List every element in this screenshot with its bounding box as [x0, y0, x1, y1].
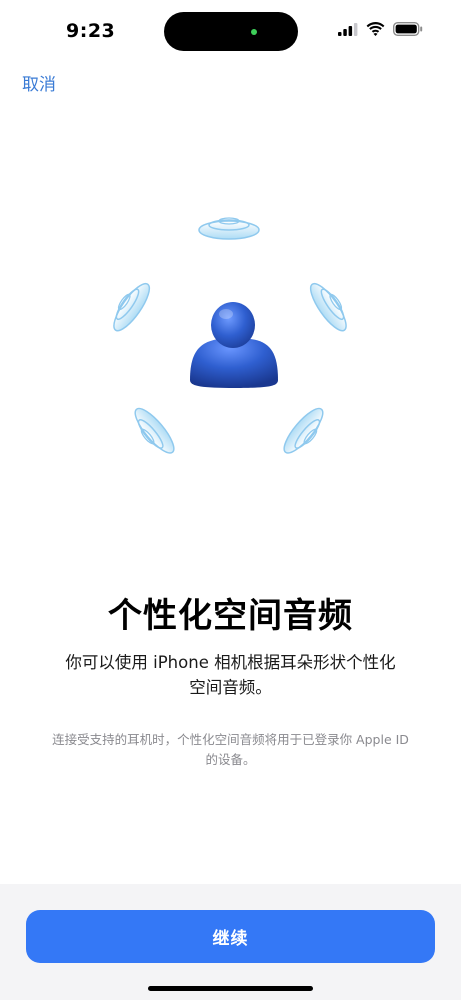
status-icons	[338, 22, 423, 36]
description-text: 你可以使用 iPhone 相机根据耳朵形状个性化 空间音频。	[40, 650, 421, 700]
spatial-audio-head-icon	[113, 217, 347, 454]
description-line-2: 空间音频。	[189, 678, 272, 697]
status-time: 9:23	[66, 20, 116, 42]
dynamic-island	[164, 12, 298, 51]
bottom-panel: 继续	[0, 884, 461, 1000]
footnote-line-1: 连接受支持的耳机时，个性化空间音频将用于已登录你 Apple ID	[52, 732, 409, 747]
sound-wave-lower-left	[134, 407, 175, 454]
cancel-button[interactable]: 取消	[22, 70, 56, 95]
person-figure	[190, 302, 278, 388]
wifi-icon	[366, 22, 385, 36]
sound-wave-lower-right	[283, 407, 324, 454]
continue-button[interactable]: 继续	[26, 910, 435, 963]
status-bar: 9:23	[0, 0, 461, 64]
home-indicator[interactable]	[148, 986, 313, 991]
cellular-signal-icon	[338, 22, 358, 36]
footnote-line-2: 的设备。	[205, 752, 256, 767]
description-line-1: 你可以使用 iPhone 相机根据耳朵形状个性化	[65, 653, 396, 672]
sound-wave-top	[198, 217, 260, 240]
privacy-indicator-icon	[251, 29, 257, 35]
sound-wave-upper-left	[113, 282, 151, 332]
battery-icon	[393, 22, 423, 36]
sound-wave-upper-right	[309, 282, 347, 332]
footnote-text: 连接受支持的耳机时，个性化空间音频将用于已登录你 Apple ID 的设备。	[28, 730, 433, 770]
page-title: 个性化空间音频	[108, 596, 353, 636]
